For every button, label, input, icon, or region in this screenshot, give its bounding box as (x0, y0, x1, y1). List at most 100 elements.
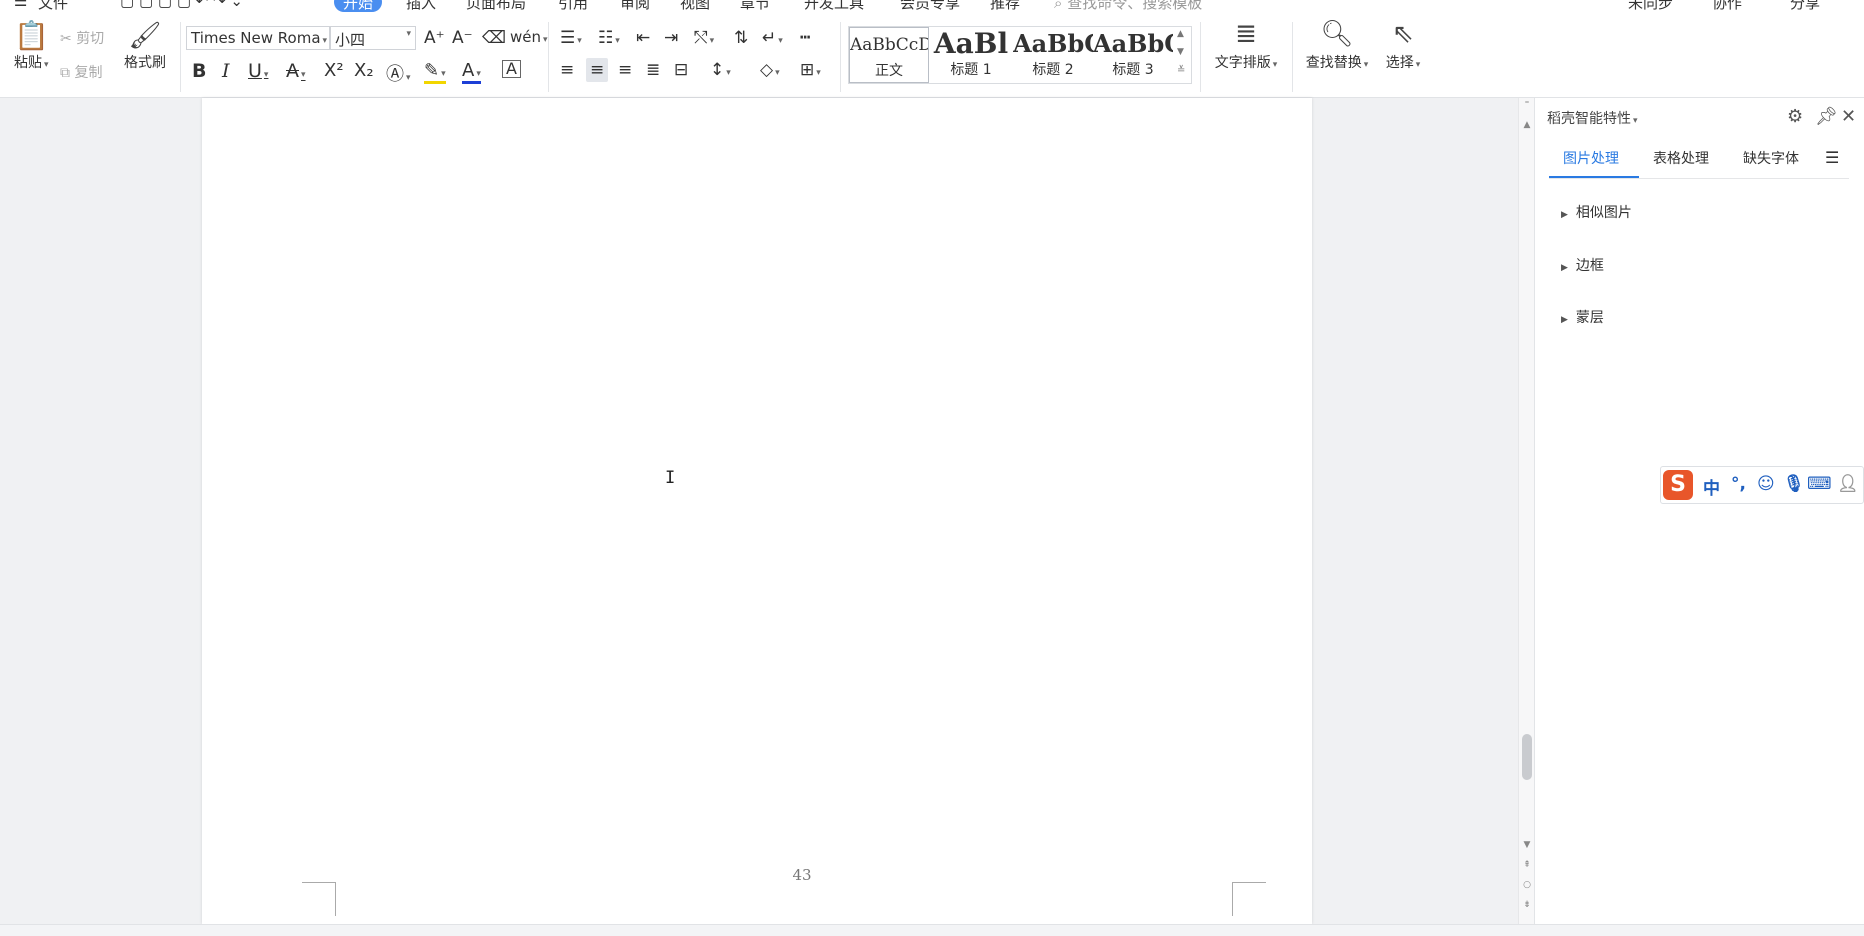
pin-icon[interactable]: 📌︎ (1815, 106, 1838, 127)
collaborate-button[interactable]: 协作 (1712, 0, 1742, 13)
show-marks-icon[interactable]: ↵ ▾ (762, 28, 783, 48)
format-painter-button[interactable]: 🖌 格式刷 (124, 23, 166, 72)
share-button[interactable]: 分享 (1790, 0, 1820, 13)
menu-file[interactable]: 文件 (38, 0, 68, 13)
command-search[interactable]: ⌕ 查找命令、搜索模板 (1054, 0, 1202, 13)
tab-insert[interactable]: 插入 (406, 0, 436, 13)
scroll-down-icon[interactable]: ▼ (1519, 840, 1535, 850)
next-page-icon[interactable]: ⇟ (1519, 900, 1535, 910)
character-border-icon[interactable]: A (502, 60, 521, 78)
highlight-icon[interactable]: ✎ ▾ (424, 60, 446, 84)
font-size-select[interactable]: 小四 ▾ (330, 26, 416, 50)
crop-mark-right (1232, 882, 1266, 916)
style-normal[interactable]: AaBbCcD 正文 (849, 27, 929, 83)
font-color-icon[interactable]: A ▾ (462, 60, 481, 84)
borders-icon[interactable]: ⊞ ▾ (800, 60, 821, 80)
tab-missing-fonts[interactable]: 缺失字体 (1743, 148, 1799, 168)
user-icon[interactable]: 👤︎ (1837, 474, 1859, 494)
section-similar-images[interactable]: ▶ 相似图片 (1561, 202, 1632, 222)
tab-page-layout[interactable]: 页面布局 (466, 0, 526, 13)
style-heading-1[interactable]: AaBl 标题 1 (931, 27, 1011, 83)
scrollbar-thumb[interactable] (1522, 734, 1532, 780)
expand-triangle-icon: ▶ (1561, 263, 1568, 273)
ime-mode[interactable]: 中 (1703, 474, 1720, 499)
close-icon[interactable]: ✕ (1841, 106, 1856, 127)
shrink-font-icon[interactable]: A⁻ (452, 28, 473, 48)
sogou-logo[interactable]: S (1663, 470, 1693, 500)
italic-icon[interactable]: I (222, 60, 230, 82)
shading-icon[interactable]: ◇ ▾ (760, 60, 780, 80)
browse-object-icon[interactable]: ○ (1519, 880, 1535, 890)
clear-format-icon[interactable]: ⌫ (482, 28, 506, 48)
copy-button[interactable]: ⧉ 复制 (60, 62, 102, 82)
select-button[interactable]: ⇖ 选择 ▾ (1380, 19, 1426, 72)
bold-icon[interactable]: B (192, 60, 206, 82)
gallery-up-icon[interactable]: ▲ (1177, 29, 1184, 39)
phonetic-guide-icon[interactable]: wén ▾ (510, 28, 548, 46)
emoji-icon[interactable]: ☺ (1757, 474, 1775, 494)
tab-developer[interactable]: 开发工具 (804, 0, 864, 13)
numbered-list-icon[interactable]: ☷ ▾ (598, 28, 620, 48)
chinese-layout-icon[interactable]: ⤲ ▾ (694, 28, 714, 48)
more-menu-icon[interactable]: ☰ (1825, 148, 1839, 167)
section-border[interactable]: ▶ 边框 (1561, 255, 1604, 275)
status-bar (0, 924, 1864, 936)
cut-button[interactable]: ✂ 剪切 (60, 28, 104, 48)
gallery-down-icon[interactable]: ▼ (1177, 47, 1184, 57)
sync-status[interactable]: 未同步 (1628, 0, 1673, 13)
scissors-icon: ✂ (60, 31, 72, 47)
tab-review[interactable]: 审阅 (620, 0, 650, 13)
decrease-indent-icon[interactable]: ⇤ (636, 28, 650, 48)
underline-icon[interactable]: U ▾ (248, 60, 268, 82)
ruler-icon[interactable]: ┅ (800, 28, 810, 48)
grow-font-icon[interactable]: A⁺ (424, 28, 445, 48)
section-mask[interactable]: ▶ 蒙层 (1561, 307, 1604, 327)
align-right-icon[interactable]: ≡ (618, 60, 632, 80)
bullet-list-icon[interactable]: ☰ ▾ (560, 28, 582, 48)
tab-chapter[interactable]: 章节 (740, 0, 770, 13)
tab-divider (1549, 178, 1849, 179)
distribute-icon[interactable]: ⊟ (674, 60, 688, 80)
keyboard-icon[interactable]: ⌨ (1807, 474, 1832, 494)
tab-references[interactable]: 引用 (558, 0, 588, 13)
strikethrough-icon[interactable]: A ▾ (286, 60, 306, 82)
pane-title[interactable]: 稻壳智能特性 ▾ (1547, 108, 1638, 128)
increase-indent-icon[interactable]: ⇥ (664, 28, 678, 48)
ime-toolbar[interactable]: S 中 °, ☺ 🎙︎ ⌨ 👤︎ (1660, 466, 1864, 504)
group-divider (1200, 22, 1201, 92)
tab-member[interactable]: 会员专享 (900, 0, 960, 13)
cursor-arrow-icon: ⇖ (1392, 19, 1414, 49)
gear-icon[interactable]: ⚙ (1787, 106, 1803, 127)
subscript-icon[interactable]: X₂ (354, 60, 374, 81)
style-heading-2[interactable]: AaBbC 标题 2 (1013, 27, 1093, 83)
superscript-icon[interactable]: X² (324, 60, 344, 81)
document-page[interactable]: I 43 (202, 98, 1312, 924)
active-tab-indicator (1549, 176, 1639, 178)
vertical-scrollbar[interactable]: ⁼ ▲ ▼ ⇞ ○ ⇟ (1518, 98, 1534, 924)
prev-page-icon[interactable]: ⇞ (1519, 860, 1535, 870)
tab-table-processing[interactable]: 表格处理 (1653, 148, 1709, 168)
tab-home[interactable]: 开始 (334, 0, 383, 12)
quick-access-icons[interactable]: ▢ ▢ ▢ ▢ ↶ ↷ ⌄ (120, 0, 243, 10)
find-replace-button[interactable]: 🔍︎ 查找替换 ▾ (1300, 21, 1374, 72)
sort-icon[interactable]: ⇅ (734, 28, 748, 48)
style-heading-3[interactable]: AaBbC 标题 3 (1093, 27, 1173, 83)
styles-gallery: AaBbCcD 正文 AaBl 标题 1 AaBbC 标题 2 AaBbC 标题… (848, 26, 1192, 84)
justify-icon[interactable]: ≣ (646, 60, 660, 80)
align-center-icon[interactable]: ≡ (586, 58, 609, 82)
align-left-icon[interactable]: ≡ (560, 60, 574, 80)
text-effect-icon[interactable]: Ⓐ ▾ (386, 60, 411, 86)
tab-view[interactable]: 视图 (680, 0, 710, 13)
line-spacing-icon[interactable]: ↕ ▾ (710, 60, 731, 80)
paste-button[interactable]: 📋 粘贴 ▾ (14, 22, 49, 72)
text-layout-button[interactable]: ≣ 文字排版 ▾ (1210, 21, 1282, 72)
tab-image-processing[interactable]: 图片处理 (1563, 148, 1619, 168)
split-handle-icon[interactable]: ⁼ (1519, 100, 1535, 110)
microphone-icon[interactable]: 🎙︎ (1783, 474, 1805, 494)
scroll-up-icon[interactable]: ▲ (1519, 120, 1535, 130)
ime-punctuation[interactable]: °, (1731, 474, 1746, 494)
menu-file-icon[interactable]: ☰ (14, 0, 27, 10)
tab-recommend[interactable]: 推荐 (990, 0, 1020, 13)
gallery-more-icon[interactable]: ≚ (1177, 65, 1185, 76)
font-name-select[interactable]: Times New Roma ▾ (186, 26, 330, 50)
